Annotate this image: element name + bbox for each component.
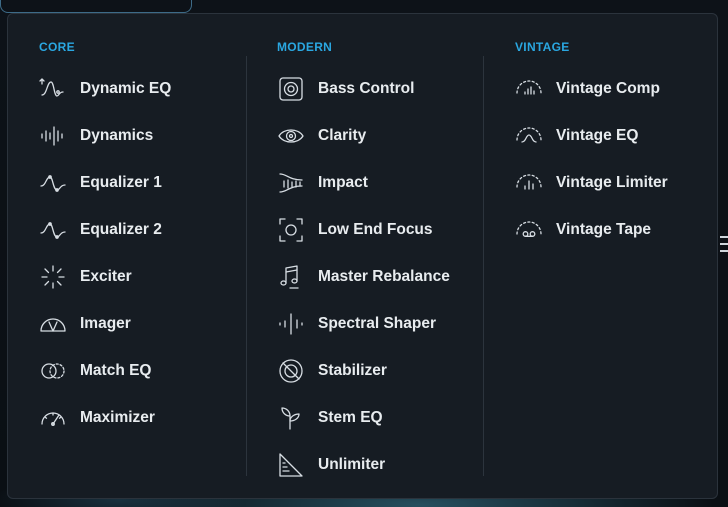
edge-handle xyxy=(720,236,728,257)
equalizer-icon xyxy=(38,215,68,245)
vintage-comp-icon xyxy=(514,74,544,104)
menu-item-label: Vintage EQ xyxy=(556,127,639,144)
vintage-column-title: VINTAGE xyxy=(515,40,570,54)
menu-item-dynamics[interactable]: Dynamics xyxy=(38,121,243,151)
core-column-title: CORE xyxy=(39,40,75,54)
menu-item-label: Match EQ xyxy=(80,362,152,379)
impact-icon xyxy=(276,168,306,198)
menu-item-label: Dynamics xyxy=(80,127,154,144)
menu-item-label: Clarity xyxy=(318,127,367,144)
menu-item-exciter[interactable]: Exciter xyxy=(38,262,243,292)
menu-item-maximizer[interactable]: Maximizer xyxy=(38,403,243,433)
modern-column-title: MODERN xyxy=(277,40,333,54)
equalizer-icon xyxy=(38,168,68,198)
background-tab xyxy=(0,0,192,13)
menu-item-spectral-shaper[interactable]: Spectral Shaper xyxy=(276,309,481,339)
stabilizer-icon xyxy=(276,356,306,386)
menu-item-vintage-limiter[interactable]: Vintage Limiter xyxy=(514,168,719,198)
column-divider xyxy=(246,56,247,476)
menu-item-master-rebalance[interactable]: Master Rebalance xyxy=(276,262,481,292)
menu-item-label: Equalizer 2 xyxy=(80,221,162,238)
menu-item-label: Equalizer 1 xyxy=(80,174,162,191)
menu-item-match-eq[interactable]: Match EQ xyxy=(38,356,243,386)
menu-item-equalizer-1[interactable]: Equalizer 1 xyxy=(38,168,243,198)
dynamic-eq-icon xyxy=(38,74,68,104)
match-eq-icon xyxy=(38,356,68,386)
module-menu-panel: CORE Dynamic EQ Dynamics Equalizer 1 Equ… xyxy=(7,13,718,499)
menu-item-label: Vintage Limiter xyxy=(556,174,668,191)
menu-item-label: Unlimiter xyxy=(318,456,386,473)
unlimiter-icon xyxy=(276,450,306,480)
menu-item-label: Maximizer xyxy=(80,409,155,426)
menu-item-label: Vintage Tape xyxy=(556,221,652,238)
menu-item-imager[interactable]: Imager xyxy=(38,309,243,339)
menu-item-label: Low End Focus xyxy=(318,221,433,238)
menu-item-label: Spectral Shaper xyxy=(318,315,437,332)
spectral-shaper-icon xyxy=(276,309,306,339)
menu-item-label: Dynamic EQ xyxy=(80,80,172,97)
menu-item-stem-eq[interactable]: Stem EQ xyxy=(276,403,481,433)
menu-item-clarity[interactable]: Clarity xyxy=(276,121,481,151)
menu-item-label: Master Rebalance xyxy=(318,268,450,285)
speaker-icon xyxy=(276,74,306,104)
vintage-eq-icon xyxy=(514,121,544,151)
menu-item-label: Imager xyxy=(80,315,131,332)
maximizer-icon xyxy=(38,403,68,433)
menu-item-label: Vintage Comp xyxy=(556,80,660,97)
menu-item-stabilizer[interactable]: Stabilizer xyxy=(276,356,481,386)
menu-item-equalizer-2[interactable]: Equalizer 2 xyxy=(38,215,243,245)
eye-icon xyxy=(276,121,306,151)
menu-item-label: Exciter xyxy=(80,268,132,285)
menu-item-low-end-focus[interactable]: Low End Focus xyxy=(276,215,481,245)
menu-item-dynamic-eq[interactable]: Dynamic EQ xyxy=(38,74,243,104)
menu-item-vintage-comp[interactable]: Vintage Comp xyxy=(514,74,719,104)
column-divider xyxy=(483,56,484,476)
menu-item-bass-control[interactable]: Bass Control xyxy=(276,74,481,104)
exciter-icon xyxy=(38,262,68,292)
menu-item-unlimiter[interactable]: Unlimiter xyxy=(276,450,481,480)
focus-icon xyxy=(276,215,306,245)
menu-item-label: Impact xyxy=(318,174,368,191)
menu-item-impact[interactable]: Impact xyxy=(276,168,481,198)
music-note-icon xyxy=(276,262,306,292)
menu-item-label: Stem EQ xyxy=(318,409,383,426)
stem-icon xyxy=(276,403,306,433)
vintage-tape-icon xyxy=(514,215,544,245)
menu-item-label: Stabilizer xyxy=(318,362,387,379)
menu-item-vintage-tape[interactable]: Vintage Tape xyxy=(514,215,719,245)
menu-item-vintage-eq[interactable]: Vintage EQ xyxy=(514,121,719,151)
menu-item-label: Bass Control xyxy=(318,80,415,97)
vintage-limiter-icon xyxy=(514,168,544,198)
dynamics-icon xyxy=(38,121,68,151)
imager-icon xyxy=(38,309,68,339)
